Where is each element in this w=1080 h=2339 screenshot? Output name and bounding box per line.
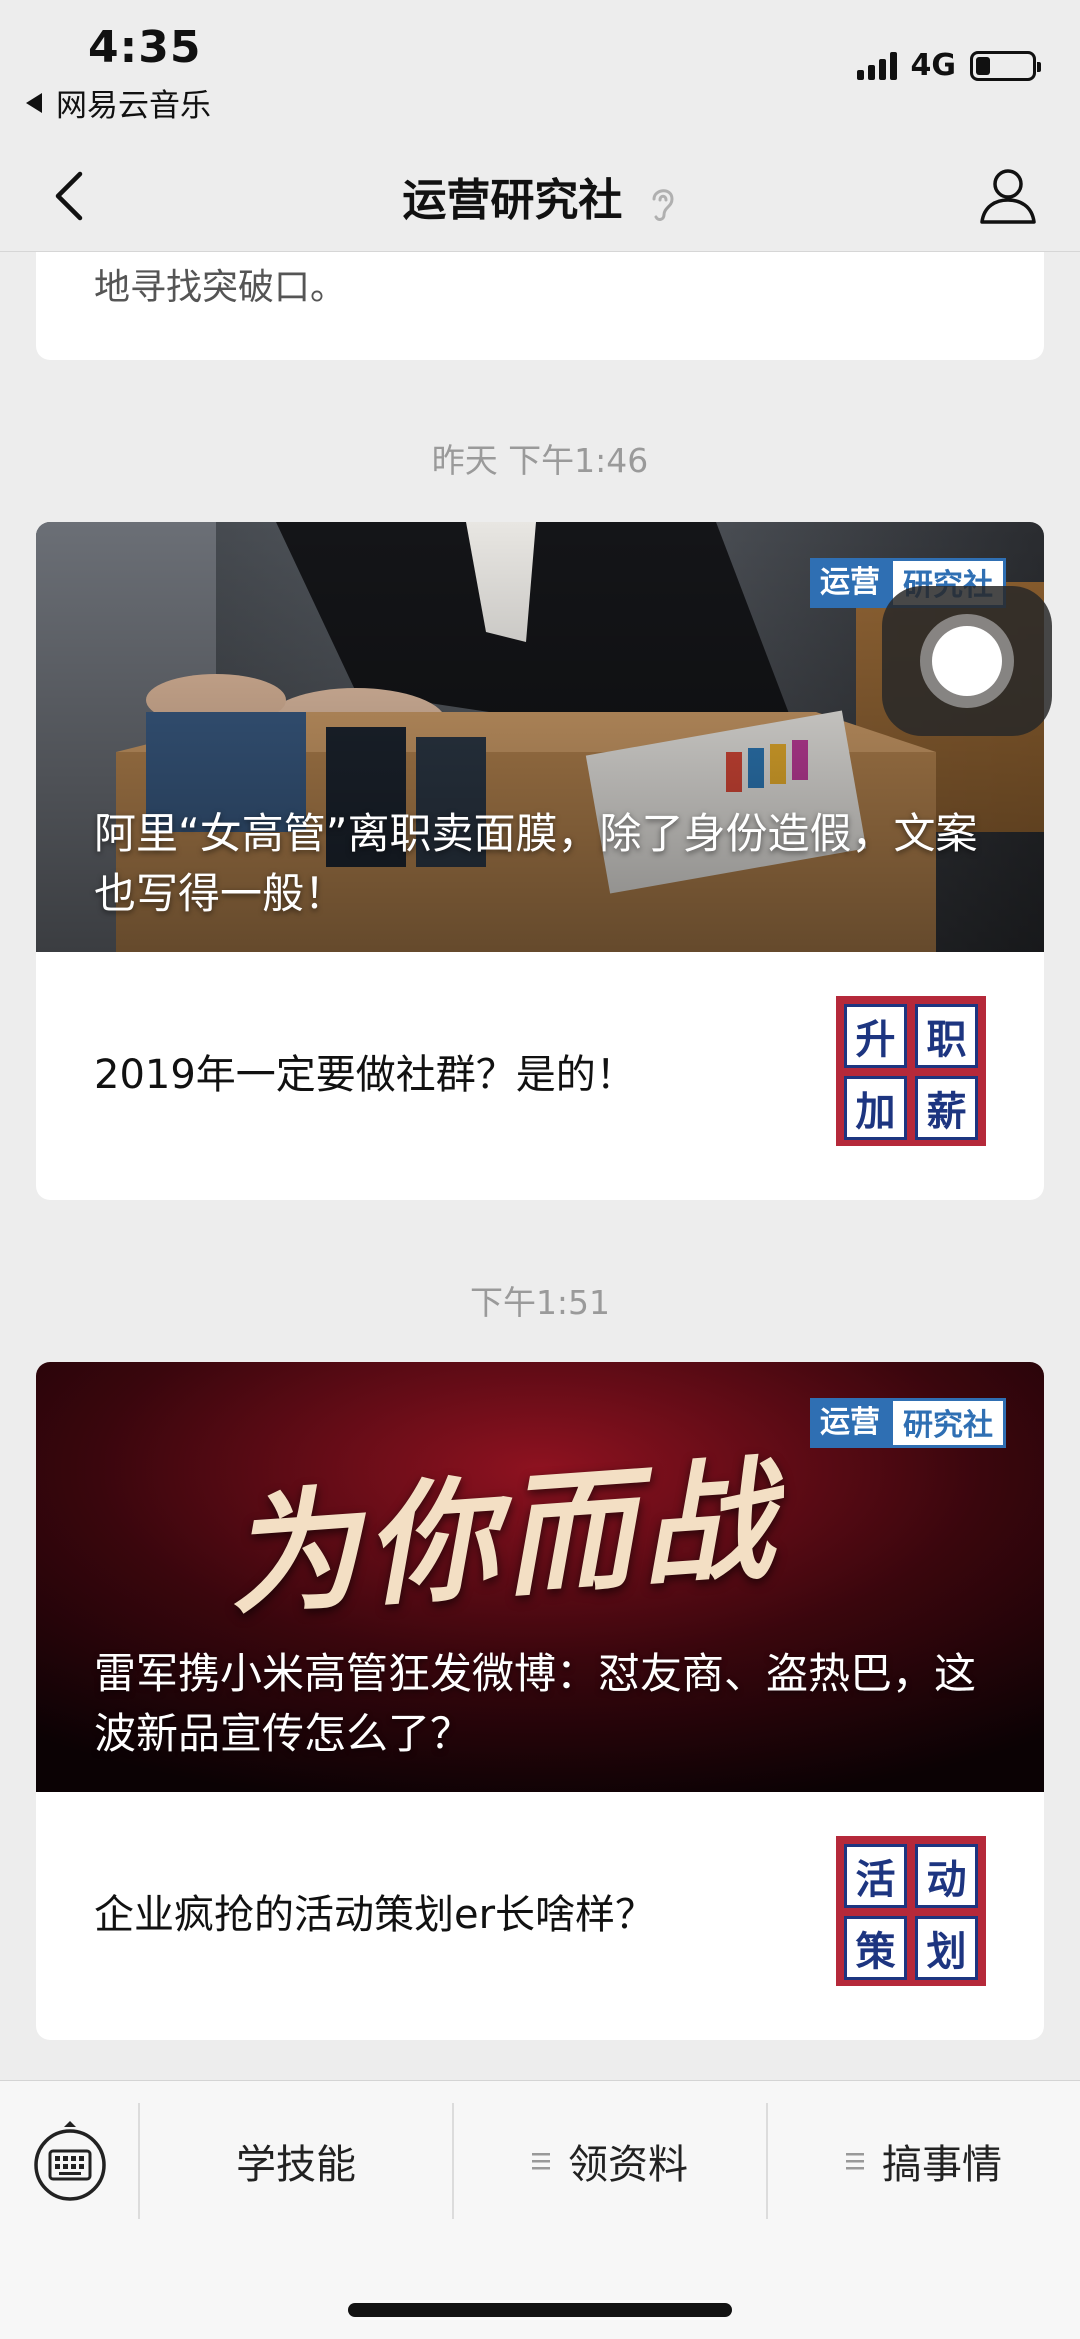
thumb-char: 薪 (915, 1076, 978, 1140)
nav-bar: 运营研究社 (0, 140, 1080, 252)
message-timestamp: 昨天 下午1:46 (431, 441, 649, 480)
article-thumbnail: 升 职 加 薪 (836, 996, 986, 1146)
message-timestamp: 下午1:51 (469, 1283, 611, 1322)
assistive-dot (932, 626, 1002, 696)
brand-badge-right: 研究社 (890, 1398, 1006, 1448)
profile-icon[interactable] (972, 160, 1044, 232)
cover-art-text: 为你而战 (222, 1441, 784, 1636)
ear-icon (652, 189, 674, 221)
menu-item-label: 领资料 (568, 2142, 688, 2188)
cover-article-title: 雷军携小米高管狂发微博：怼友商、盗热巴，这波新品宣传怎么了？ (94, 1649, 977, 1758)
brand-badge-left: 运营 (810, 1398, 890, 1448)
thumb-char: 划 (915, 1916, 978, 1980)
signal-icon (856, 51, 897, 80)
article-item-title: 2019年一定要做社群？是的！ (94, 1052, 636, 1098)
network-type: 4G (910, 48, 957, 83)
menu-item-label: 学技能 (236, 2142, 356, 2188)
brand-badge-left: 运营 (810, 558, 890, 608)
menu-items: 学技能 领资料 搞事情 (138, 2103, 1080, 2219)
article-cover[interactable]: 为你而战 运营 研究社 雷军携小米高管狂发微博：怼友商、盗热巴，这波新品宣传怎么… (36, 1362, 1044, 1792)
bottom-menu-bar: 学技能 领资料 搞事情 (0, 2080, 1080, 2339)
submenu-lines-icon (846, 2153, 864, 2170)
chat-screen: 4:35 网易云音乐 4G 运营研究社 地寻找突破口。 昨天 下午1:46 运营… (0, 0, 1080, 2339)
thumb-char: 策 (844, 1916, 907, 1980)
keyboard-toggle-icon[interactable] (30, 2121, 110, 2201)
previous-article-card[interactable]: 地寻找突破口。 (36, 252, 1044, 360)
menu-item-materials[interactable]: 领资料 (452, 2103, 766, 2219)
article-list-item[interactable]: 企业疯抢的活动策划er长啥样？ 活 动 策 划 (36, 1792, 1044, 2040)
thumb-char: 职 (915, 1004, 978, 1068)
article-list-item[interactable]: 2019年一定要做社群？是的！ 升 职 加 薪 (36, 952, 1044, 1200)
status-bar: 4:35 网易云音乐 4G (0, 0, 1080, 140)
page-title: 运营研究社 (0, 164, 1080, 228)
menu-item-activities[interactable]: 搞事情 (766, 2103, 1080, 2219)
status-indicators: 4G (856, 48, 1041, 83)
thumb-char: 动 (915, 1844, 978, 1908)
battery-icon (970, 50, 1041, 81)
article-card: 为你而战 运营 研究社 雷军携小米高管狂发微博：怼友商、盗热巴，这波新品宣传怎么… (36, 1362, 1044, 2040)
thumb-char: 加 (844, 1076, 907, 1140)
cover-article-title: 阿里“女高管”离职卖面膜，除了身份造假，文案也写得一般！ (94, 809, 978, 918)
thumb-char: 升 (844, 1004, 907, 1068)
home-indicator[interactable] (348, 2303, 732, 2317)
menu-item-label: 搞事情 (882, 2142, 1002, 2188)
article-item-title: 企业疯抢的活动策划er长啥样？ (94, 1892, 656, 1938)
back-triangle-icon (26, 92, 42, 113)
previous-article-text: 地寻找突破口。 (94, 267, 347, 308)
status-time: 4:35 (88, 22, 202, 73)
back-app-label: 网易云音乐 (56, 88, 211, 124)
menu-item-learn[interactable]: 学技能 (138, 2103, 452, 2219)
article-cover[interactable]: 运营 研究社 阿里“女高管”离职卖面膜，除了身份造假，文案也写得一般！ (36, 522, 1044, 952)
brand-badge: 运营 研究社 (810, 1398, 1006, 1448)
thumb-char: 活 (844, 1844, 907, 1908)
assistive-touch-button[interactable] (882, 586, 1052, 736)
page-title-text: 运营研究社 (402, 175, 623, 226)
back-to-app-link[interactable]: 网易云音乐 (26, 80, 211, 125)
article-thumbnail: 活 动 策 划 (836, 1836, 986, 1986)
submenu-lines-icon (532, 2153, 550, 2170)
